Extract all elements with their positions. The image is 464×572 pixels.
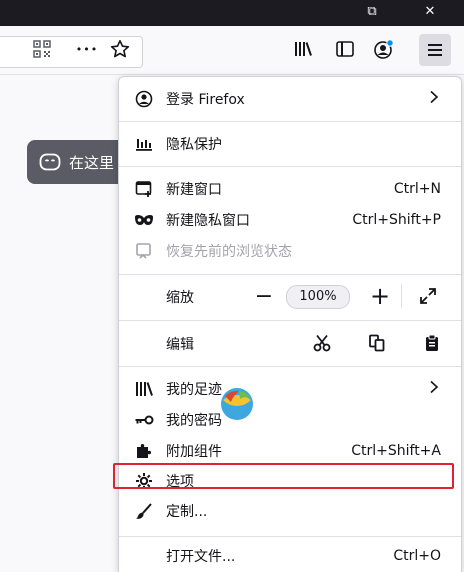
restore-icon: ⧉ — [367, 4, 377, 19]
menu-item-label: 附加组件 — [166, 444, 222, 460]
menu-item-privacy-protections[interactable]: 隐私保护 — [127, 129, 453, 159]
copy-icon — [369, 334, 385, 352]
menu-item-label: 我的密码 — [166, 413, 222, 429]
menu-item-new-window[interactable]: 新建窗口 Ctrl+N — [127, 174, 453, 204]
menu-item-label: 定制... — [166, 504, 208, 520]
menu-item-shortcut: Ctrl+N — [393, 181, 441, 197]
library-icon — [295, 42, 312, 56]
menu-item-shortcut: Ctrl+Shift+A — [351, 443, 441, 459]
cut-button[interactable] — [309, 330, 335, 356]
menu-separator — [119, 166, 461, 167]
library-button[interactable] — [289, 35, 317, 63]
menu-separator — [119, 320, 461, 321]
restore-window-button[interactable]: ⧉ — [352, 0, 392, 26]
sidebar-icon — [336, 41, 354, 57]
menu-item-logins[interactable]: 我的密码 — [127, 405, 453, 435]
account-icon — [374, 39, 394, 59]
chevron-right-icon — [430, 90, 439, 104]
menu-item-addons[interactable]: 附加组件 Ctrl+Shift+A — [127, 436, 453, 466]
menu-item-label: 隐私保护 — [166, 137, 222, 153]
account-icon — [135, 90, 153, 108]
menu-item-customize[interactable]: 定制... — [127, 496, 453, 526]
zoom-label: 缩放 — [166, 290, 194, 306]
zoom-controls: 缩放 − 100% + — [127, 280, 453, 312]
application-menu-panel: 登录 Firefox 隐私保护 新建窗口 Ctrl+N 新建隐私窗口 Ctrl+… — [118, 76, 462, 572]
menu-item-label: 打开文件... — [166, 549, 236, 565]
page-actions-overflow-button[interactable]: ••• — [73, 35, 101, 63]
menu-item-label: 新建隐私窗口 — [166, 213, 250, 229]
paste-button[interactable] — [419, 330, 445, 356]
zoom-divider — [401, 284, 402, 308]
window-titlebar: ⧉ ✕ — [0, 0, 464, 26]
edit-controls: 编辑 — [127, 327, 453, 359]
menu-item-shortcut: Ctrl+O — [393, 548, 441, 564]
bookmark-star-button[interactable] — [106, 35, 134, 63]
copy-button[interactable] — [364, 330, 390, 356]
chevron-right-icon — [430, 380, 439, 394]
pill-text: 在这里 — [69, 153, 115, 172]
close-window-button[interactable]: ✕ — [410, 0, 450, 26]
dashboard-icon — [136, 139, 152, 151]
qr-code-icon[interactable] — [28, 35, 56, 63]
menu-item-new-private-window[interactable]: 新建隐私窗口 Ctrl+Shift+P — [127, 205, 453, 235]
menu-separator — [119, 121, 461, 122]
menu-item-library[interactable]: 我的足迹 — [127, 374, 453, 404]
menu-item-label: 新建窗口 — [166, 182, 222, 198]
star-icon — [110, 40, 130, 58]
puzzle-piece-icon — [137, 444, 151, 458]
decorative-ball-icon — [221, 388, 253, 420]
menu-item-signin[interactable]: 登录 Firefox — [127, 84, 453, 114]
hamburger-menu-icon — [428, 44, 442, 56]
key-icon — [135, 415, 154, 425]
menu-item-open-file[interactable]: 打开文件... Ctrl+O — [127, 541, 453, 571]
menu-separator — [119, 366, 461, 367]
chat-bubble-icon — [39, 153, 61, 171]
fullscreen-button[interactable] — [415, 283, 441, 309]
zoom-reset-button[interactable]: 100% — [286, 285, 350, 309]
navigation-toolbar: ••• — [0, 26, 464, 75]
fullscreen-icon — [420, 288, 436, 304]
menu-item-shortcut: Ctrl+Shift+P — [352, 212, 441, 228]
account-button[interactable] — [370, 35, 398, 63]
minus-icon: − — [254, 283, 274, 309]
sidebar-toggle-button[interactable] — [331, 35, 359, 63]
zoom-in-button[interactable]: + — [367, 282, 393, 310]
plus-icon: + — [369, 282, 391, 310]
open-application-menu-button[interactable] — [419, 34, 451, 66]
menu-item-label: 登录 Firefox — [166, 92, 245, 108]
menu-item-label: 恢复先前的浏览状态 — [166, 244, 292, 260]
restore-session-icon — [136, 243, 151, 259]
menu-separator — [119, 536, 461, 537]
library-icon — [136, 382, 153, 396]
new-window-icon — [135, 181, 152, 197]
menu-item-restore-session[interactable]: 恢复先前的浏览状态 — [127, 236, 453, 266]
menu-item-label: 我的足迹 — [166, 382, 222, 398]
options-highlight-box — [113, 463, 454, 489]
zoom-out-button[interactable]: − — [251, 283, 277, 309]
edit-label: 编辑 — [166, 337, 194, 353]
close-icon: ✕ — [424, 4, 436, 19]
private-mask-icon — [135, 215, 153, 225]
more-icon: ••• — [75, 42, 99, 56]
paste-icon — [426, 334, 438, 351]
menu-separator — [119, 274, 461, 275]
cut-icon — [313, 334, 331, 352]
paintbrush-icon — [136, 503, 152, 519]
